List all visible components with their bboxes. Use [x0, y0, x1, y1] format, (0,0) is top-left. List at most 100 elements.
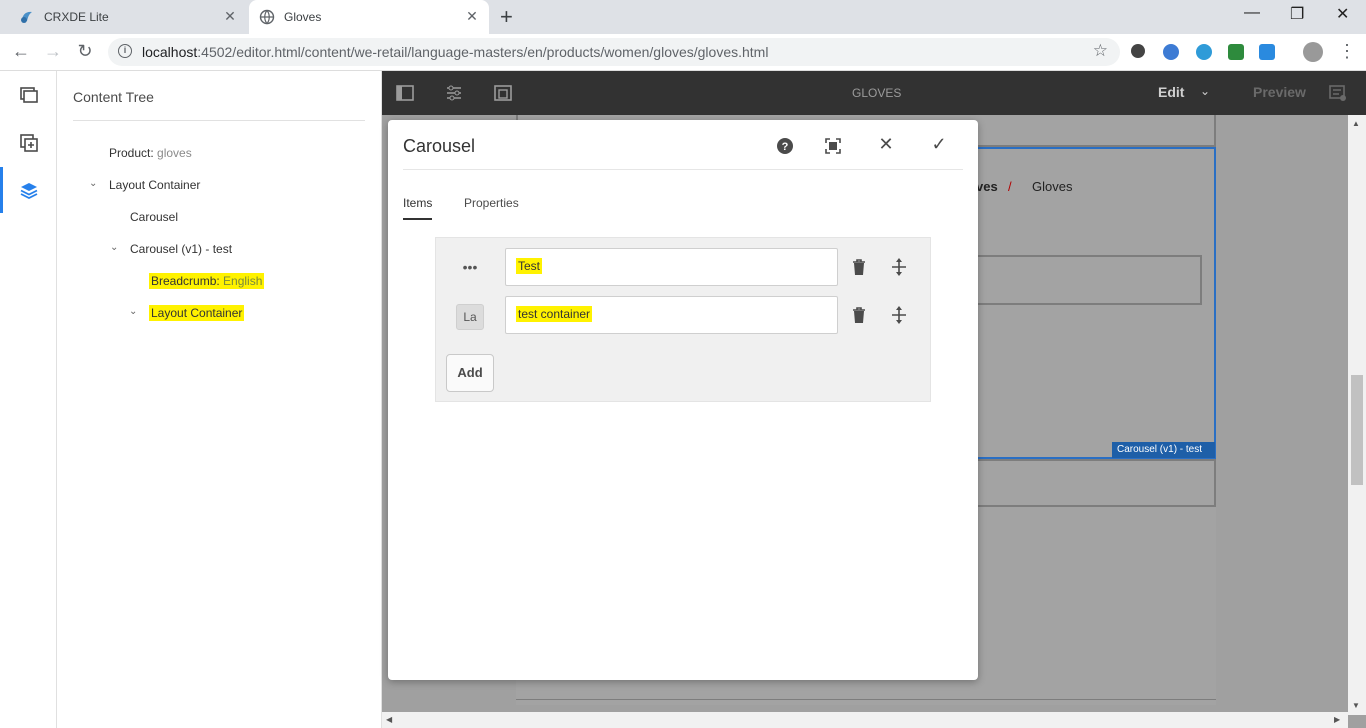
- windows-icon[interactable]: [1259, 44, 1275, 60]
- bookmark-star-icon[interactable]: ☆: [1093, 41, 1108, 61]
- bg-breadcrumb-separator: /: [1008, 179, 1012, 194]
- tree-item-layout-container[interactable]: ⌄ Layout Container: [89, 178, 201, 192]
- multifield-item: La test container: [436, 296, 932, 334]
- address-bar: ← → ↻ i localhost:4502/editor.html/conte…: [0, 34, 1366, 71]
- page-region: [966, 255, 1202, 305]
- selected-indicator: [0, 167, 3, 213]
- url-field[interactable]: i localhost:4502/editor.html/content/we-…: [108, 38, 1120, 66]
- url-text: localhost:4502/editor.html/content/we-re…: [142, 44, 768, 60]
- tab-title: CRXDE Lite: [44, 10, 109, 24]
- page-properties-icon[interactable]: [444, 83, 464, 103]
- tree-item-breadcrumb[interactable]: Breadcrumb: English: [149, 273, 265, 289]
- forward-icon[interactable]: →: [42, 41, 64, 62]
- divider: [516, 699, 1216, 700]
- fullscreen-icon[interactable]: [821, 134, 845, 158]
- scrollbar-thumb[interactable]: [1351, 375, 1363, 485]
- tab-items[interactable]: Items: [403, 196, 432, 210]
- item-title-input[interactable]: test container: [505, 296, 838, 334]
- emulator-icon[interactable]: [493, 83, 513, 103]
- tree-item-label: Carousel (v1) - test: [130, 242, 233, 256]
- close-icon[interactable]: ✕: [874, 134, 898, 158]
- extension-icon[interactable]: [1228, 44, 1244, 60]
- side-rail: [0, 71, 57, 728]
- url-path: :4502/editor.html/content/we-retail/lang…: [197, 44, 769, 60]
- mode-selector[interactable]: Edit: [1158, 84, 1184, 100]
- editor-toolbar: GLOVES Edit ⌄ Preview: [382, 71, 1366, 115]
- delete-icon[interactable]: [849, 305, 869, 325]
- new-tab-button[interactable]: +: [500, 4, 513, 30]
- page-name: GLOVES: [852, 86, 902, 100]
- component-label-tag[interactable]: Carousel (v1) - test: [1112, 442, 1215, 458]
- tree-item-product[interactable]: Product: gloves: [109, 146, 192, 160]
- reorder-icon[interactable]: [889, 305, 909, 325]
- tab-gloves[interactable]: Gloves ✕: [249, 0, 489, 34]
- delete-icon[interactable]: [849, 257, 869, 277]
- bg-breadcrumb-current: Gloves: [1032, 179, 1073, 194]
- tree-item-sub: English: [223, 274, 263, 288]
- content-tree-panel: Content Tree Product: gloves ⌄ Layout Co…: [57, 71, 382, 728]
- preview-button[interactable]: Preview: [1253, 84, 1306, 100]
- help-icon[interactable]: ?: [773, 134, 797, 158]
- tree-item-carousel-v1[interactable]: ⌄ Carousel (v1) - test: [110, 242, 233, 256]
- divider: [73, 120, 365, 121]
- tab-title: Gloves: [284, 10, 322, 24]
- add-item-button[interactable]: Add: [446, 354, 494, 392]
- globe-icon: [259, 9, 275, 25]
- scroll-down-icon[interactable]: ▼: [1352, 701, 1360, 710]
- extension-icon[interactable]: [1131, 44, 1145, 58]
- close-tab-icon[interactable]: ✕: [464, 8, 480, 25]
- scroll-up-icon[interactable]: ▲: [1352, 119, 1360, 128]
- item-handle[interactable]: •••: [456, 256, 484, 282]
- content-tree-icon[interactable]: [19, 181, 39, 201]
- item-handle[interactable]: La: [456, 304, 484, 330]
- url-host: localhost: [142, 44, 198, 60]
- toggle-side-panel-icon[interactable]: [395, 83, 415, 103]
- tab-properties[interactable]: Properties: [464, 196, 519, 210]
- reorder-icon[interactable]: [889, 257, 909, 277]
- window-close-button[interactable]: ✕: [1336, 4, 1349, 24]
- tree-item-label: Layout Container: [149, 305, 245, 321]
- multifield-item: ••• Test: [436, 248, 932, 286]
- svg-text:?: ?: [782, 141, 789, 153]
- tree-item-label: Breadcrumb:: [151, 274, 224, 288]
- maximize-button[interactable]: ❐: [1290, 4, 1304, 24]
- item-value: Test: [516, 258, 543, 274]
- item-title-input[interactable]: Test: [505, 248, 838, 286]
- profile-avatar[interactable]: [1303, 42, 1323, 62]
- tree-item-carousel[interactable]: Carousel: [130, 210, 178, 224]
- dialog-title: Carousel: [403, 136, 476, 156]
- horizontal-scrollbar[interactable]: ◀ ▶: [382, 712, 1348, 728]
- carousel-dialog: Carousel ? ✕ ✓ Items Properties ••• Test…: [388, 120, 978, 680]
- vertical-scrollbar[interactable]: ▲ ▼: [1348, 115, 1366, 715]
- done-icon[interactable]: ✓: [927, 134, 951, 158]
- tree-item-sub: gloves: [157, 146, 192, 160]
- extension-icon[interactable]: [1196, 44, 1212, 60]
- bg-breadcrumb-part: ves: [976, 179, 998, 194]
- menu-icon[interactable]: ⋮: [1336, 41, 1358, 62]
- close-tab-icon[interactable]: ✕: [222, 8, 238, 25]
- chevron-down-icon[interactable]: ⌄: [1200, 84, 1210, 98]
- info-icon[interactable]: i: [118, 44, 132, 58]
- items-multifield: ••• Test La test container Add: [435, 237, 931, 402]
- components-icon[interactable]: [19, 133, 39, 153]
- browser-tab-bar: CRXDE Lite ✕ Gloves ✕ + — ❐ ✕: [0, 0, 1366, 34]
- chevron-down-icon[interactable]: ⌄: [129, 306, 137, 317]
- active-tab-indicator: [403, 218, 432, 220]
- chevron-down-icon[interactable]: ⌄: [89, 178, 97, 189]
- annotations-icon[interactable]: [1328, 83, 1348, 103]
- tree-item-label: Product:: [109, 146, 158, 160]
- assets-icon[interactable]: [19, 85, 39, 105]
- back-icon[interactable]: ←: [10, 41, 32, 62]
- scroll-right-icon[interactable]: ▶: [1334, 715, 1340, 724]
- item-value: test container: [516, 306, 593, 322]
- extension-icon[interactable]: [1163, 44, 1179, 60]
- tab-crxde[interactable]: CRXDE Lite ✕: [0, 0, 247, 34]
- chevron-down-icon[interactable]: ⌄: [110, 242, 118, 253]
- scroll-left-icon[interactable]: ◀: [386, 715, 392, 724]
- tree-item-layout-container-nested[interactable]: ⌄ Layout Container: [129, 305, 245, 321]
- minimize-button[interactable]: —: [1244, 4, 1260, 22]
- tree-item-label: Layout Container: [109, 178, 201, 192]
- reload-icon[interactable]: ↻: [74, 41, 96, 62]
- highlight: Breadcrumb: English: [149, 273, 265, 289]
- tree-item-label: Carousel: [130, 210, 179, 224]
